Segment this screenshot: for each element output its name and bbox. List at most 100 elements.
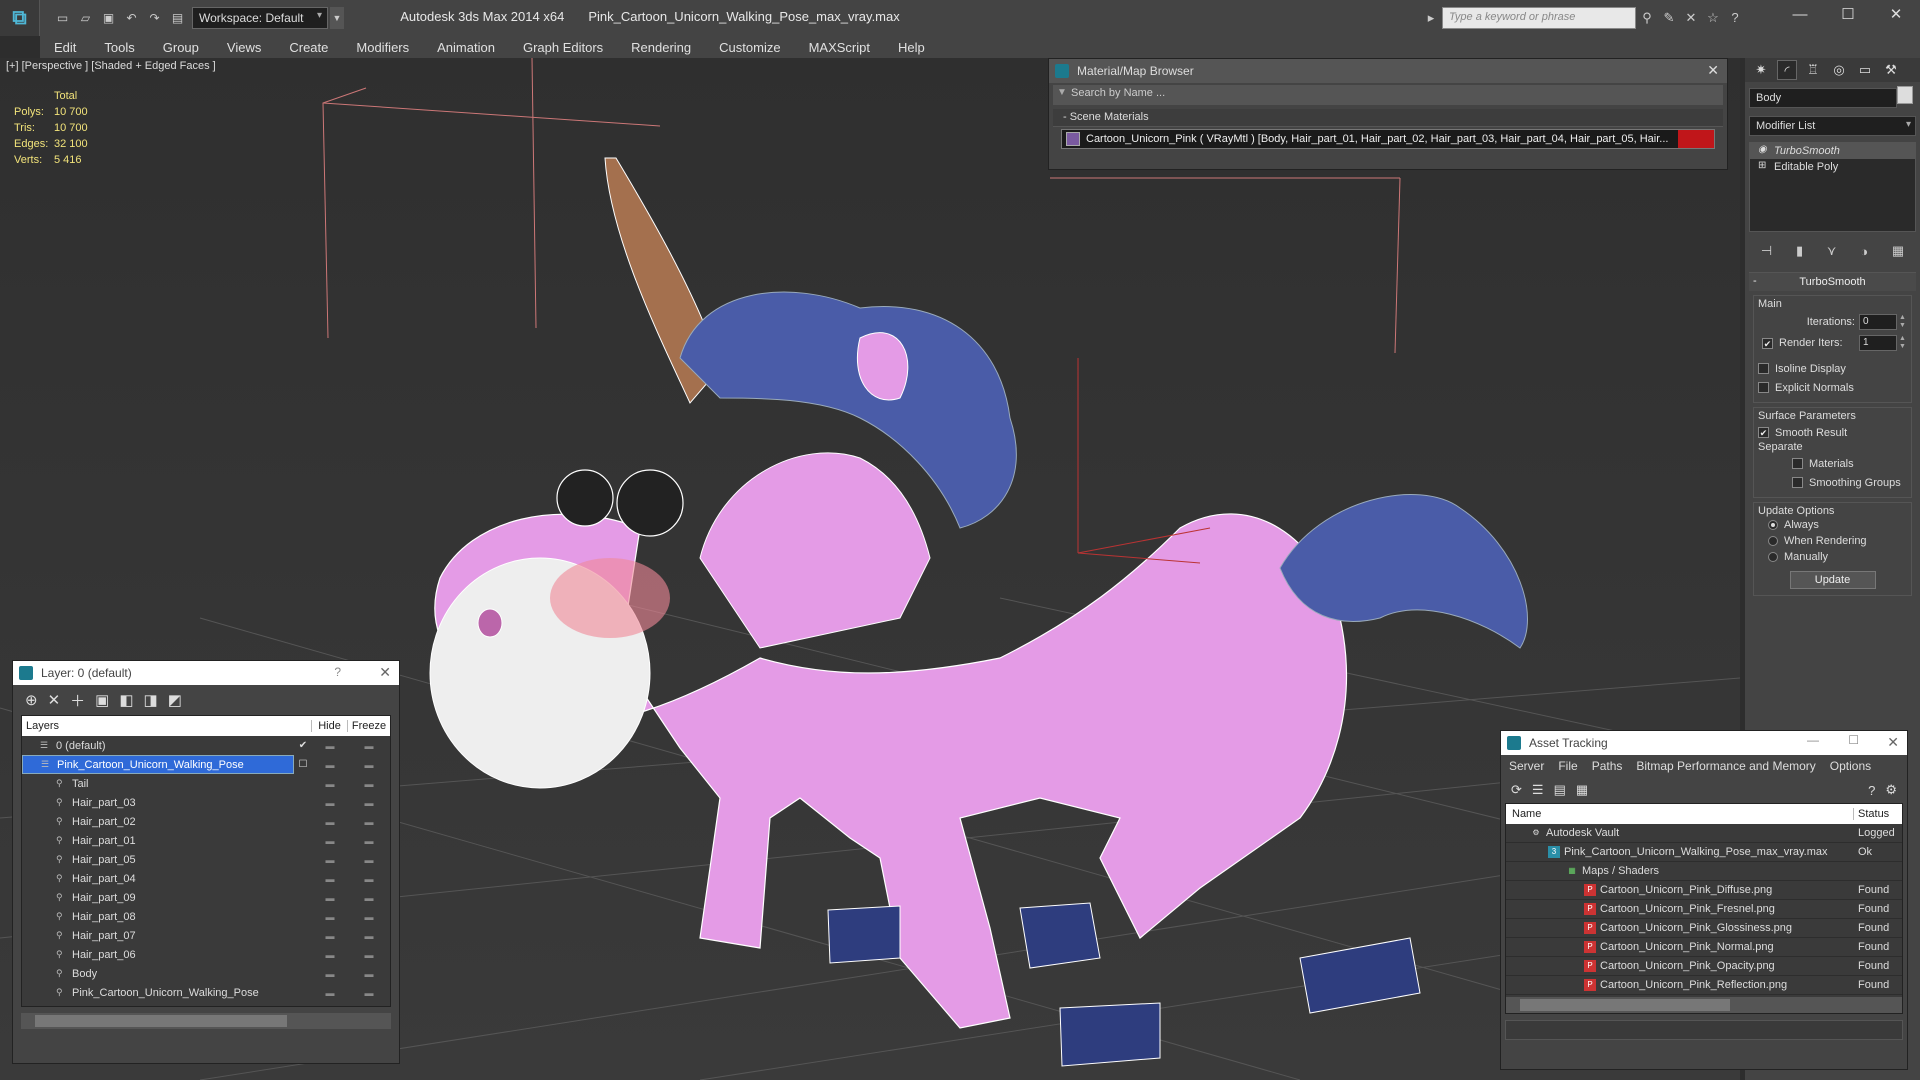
hide-toggle[interactable]: ▬ bbox=[312, 950, 348, 960]
hide-toggle[interactable]: ▬ bbox=[312, 912, 348, 922]
menu-paths[interactable]: Paths bbox=[1592, 759, 1623, 773]
search-expand-icon[interactable]: ▸ bbox=[1420, 7, 1442, 29]
close-icon[interactable]: ✕ bbox=[1887, 734, 1899, 751]
scrollbar-thumb[interactable] bbox=[35, 1015, 287, 1027]
asset-row[interactable]: 3 Pink_Cartoon_Unicorn_Walking_Pose_max_v… bbox=[1506, 843, 1902, 862]
binoculars-icon[interactable]: ⚲ bbox=[1636, 7, 1658, 29]
hide-all-icon[interactable]: ◨ bbox=[144, 691, 158, 709]
materials-checkbox[interactable]: Materials bbox=[1792, 455, 1907, 472]
configure-sets-icon[interactable]: ▦ bbox=[1892, 243, 1904, 259]
asset-path-field[interactable] bbox=[1505, 1020, 1903, 1040]
freeze-toggle[interactable]: ▬ bbox=[348, 912, 390, 922]
freeze-toggle[interactable]: ▬ bbox=[348, 874, 390, 884]
make-unique-icon[interactable]: ⋎ bbox=[1827, 243, 1837, 259]
layer-row[interactable]: ⚲ Hair_part_03 ▬ ▬ bbox=[22, 793, 390, 812]
col-freeze[interactable]: Freeze bbox=[348, 720, 390, 732]
hide-toggle[interactable]: ▬ bbox=[312, 836, 348, 846]
layer-row[interactable]: ⚲ Hair_part_07 ▬ ▬ bbox=[22, 926, 390, 945]
freeze-toggle[interactable]: ▬ bbox=[348, 760, 390, 770]
asset-scrollbar[interactable] bbox=[1506, 997, 1902, 1013]
layer-row[interactable]: ☰ Pink_Cartoon_Unicorn_Walking_Pose ☐ ▬ ▬ bbox=[22, 755, 390, 774]
menu-bitmap-performance[interactable]: Bitmap Performance and Memory bbox=[1636, 759, 1815, 773]
layer-row[interactable]: ⚲ Hair_part_05 ▬ ▬ bbox=[22, 850, 390, 869]
close-icon[interactable]: ✕ bbox=[1707, 62, 1719, 79]
hide-toggle[interactable]: ▬ bbox=[312, 817, 348, 827]
spinner-arrows[interactable]: ▲ ▼ bbox=[1899, 314, 1907, 330]
maximize-button[interactable]: ☐ bbox=[1824, 0, 1872, 30]
render-iters-checkbox[interactable]: ✔ bbox=[1762, 337, 1773, 349]
expand-icon[interactable]: ⊞ bbox=[1758, 160, 1766, 171]
hide-toggle[interactable]: ▬ bbox=[312, 760, 348, 770]
asset-row[interactable]: ⚙ Autodesk Vault Logged bbox=[1506, 824, 1902, 843]
menu-customize[interactable]: Customize bbox=[705, 40, 794, 55]
layer-row[interactable]: ⚲ Hair_part_01 ▬ ▬ bbox=[22, 831, 390, 850]
rollout-header[interactable]: - TurboSmooth bbox=[1749, 273, 1916, 291]
layer-row[interactable]: ⚲ Hair_part_08 ▬ ▬ bbox=[22, 907, 390, 926]
layer-row[interactable]: ⚲ Tail ▬ ▬ bbox=[22, 774, 390, 793]
layer-row[interactable]: ⚲ Hair_part_09 ▬ ▬ bbox=[22, 888, 390, 907]
motion-tab-icon[interactable]: ◎ bbox=[1829, 60, 1849, 80]
hide-toggle[interactable]: ▬ bbox=[312, 798, 348, 808]
utilities-tab-icon[interactable]: ⚒ bbox=[1881, 60, 1901, 80]
current-layer-checkbox[interactable]: ☐ bbox=[294, 759, 312, 770]
menu-tools[interactable]: Tools bbox=[90, 40, 148, 55]
when-rendering-radio[interactable]: When Rendering bbox=[1768, 533, 1907, 549]
minimize-button[interactable]: — bbox=[1807, 733, 1819, 747]
hide-toggle[interactable]: ▬ bbox=[312, 741, 348, 751]
freeze-toggle[interactable]: ▬ bbox=[348, 988, 390, 998]
freeze-toggle[interactable]: ▬ bbox=[348, 950, 390, 960]
freeze-toggle[interactable]: ▬ bbox=[348, 741, 390, 751]
always-radio[interactable]: Always bbox=[1768, 517, 1907, 533]
show-end-result-icon[interactable]: ▮ bbox=[1796, 243, 1803, 259]
asset-row[interactable]: ▦ Maps / Shaders bbox=[1506, 862, 1902, 881]
freeze-toggle[interactable]: ▬ bbox=[348, 836, 390, 846]
help-icon[interactable]: ? bbox=[1868, 783, 1875, 798]
viewport-label[interactable]: [+] [Perspective ] [Shaded + Edged Faces… bbox=[6, 60, 216, 72]
communication-icon[interactable]: ✕ bbox=[1680, 7, 1702, 29]
lightbulb-icon[interactable]: ◉ bbox=[1758, 144, 1767, 155]
layer-row[interactable]: ⚲ Hair_part_02 ▬ ▬ bbox=[22, 812, 390, 831]
material-search-input[interactable]: ▼ Search by Name ... bbox=[1053, 85, 1723, 105]
menu-edit[interactable]: Edit bbox=[40, 40, 90, 55]
hide-toggle[interactable]: ▬ bbox=[312, 931, 348, 941]
isoline-display-checkbox[interactable]: Isoline Display bbox=[1758, 360, 1907, 377]
thumbnail-view-icon[interactable]: ▤ bbox=[1554, 782, 1566, 798]
hierarchy-tab-icon[interactable]: ♖ bbox=[1803, 60, 1823, 80]
manually-radio[interactable]: Manually bbox=[1768, 549, 1907, 565]
menu-server[interactable]: Server bbox=[1509, 759, 1544, 773]
menu-options[interactable]: Options bbox=[1830, 759, 1871, 773]
modify-tab-icon[interactable]: ◜ bbox=[1777, 60, 1797, 80]
layer-row[interactable]: ☰ 0 (default) ✔ ▬ ▬ bbox=[22, 736, 390, 755]
render-iters-input[interactable]: 1 bbox=[1859, 335, 1897, 351]
layer-row[interactable]: ⚲ Body ▬ ▬ bbox=[22, 964, 390, 983]
layer-row[interactable]: ⚲ Hair_part_06 ▬ ▬ bbox=[22, 945, 390, 964]
iterations-input[interactable]: 0 bbox=[1859, 314, 1897, 330]
menu-create[interactable]: Create bbox=[275, 40, 342, 55]
help-icon[interactable]: ? bbox=[334, 665, 341, 679]
hide-toggle[interactable]: ▬ bbox=[312, 855, 348, 865]
add-to-layer-icon[interactable]: ＋ bbox=[70, 690, 85, 711]
hide-toggle[interactable]: ▬ bbox=[312, 893, 348, 903]
select-objects-icon[interactable]: ▣ bbox=[95, 691, 109, 709]
smoothing-groups-checkbox[interactable]: Smoothing Groups bbox=[1792, 474, 1907, 491]
freeze-toggle[interactable]: ▬ bbox=[348, 855, 390, 865]
menu-graph-editors[interactable]: Graph Editors bbox=[509, 40, 617, 55]
freeze-toggle[interactable]: ▬ bbox=[348, 893, 390, 903]
current-layer-checkbox[interactable]: ✔ bbox=[294, 740, 312, 751]
pin-stack-icon[interactable]: ⊣ bbox=[1761, 243, 1772, 259]
help-icon[interactable]: ? bbox=[1724, 7, 1746, 29]
scrollbar-thumb[interactable] bbox=[1520, 999, 1730, 1011]
asset-row[interactable]: P Cartoon_Unicorn_Pink_Normal.png Found bbox=[1506, 938, 1902, 957]
minimize-button[interactable]: — bbox=[1776, 0, 1824, 30]
menu-file[interactable]: File bbox=[1558, 759, 1577, 773]
asset-row[interactable]: P Cartoon_Unicorn_Pink_Fresnel.png Found bbox=[1506, 900, 1902, 919]
asset-row[interactable]: P Cartoon_Unicorn_Pink_Diffuse.png Found bbox=[1506, 881, 1902, 900]
col-status[interactable]: Status bbox=[1854, 808, 1902, 820]
freeze-toggle[interactable]: ▬ bbox=[348, 779, 390, 789]
material-item[interactable]: Cartoon_Unicorn_Pink ( VRayMtl ) [Body, … bbox=[1061, 129, 1715, 149]
explicit-normals-checkbox[interactable]: Explicit Normals bbox=[1758, 379, 1907, 396]
create-tab-icon[interactable]: ✷ bbox=[1751, 60, 1771, 80]
favorites-icon[interactable]: ☆ bbox=[1702, 7, 1724, 29]
hide-toggle[interactable]: ▬ bbox=[312, 988, 348, 998]
object-color-swatch[interactable] bbox=[1897, 86, 1913, 104]
